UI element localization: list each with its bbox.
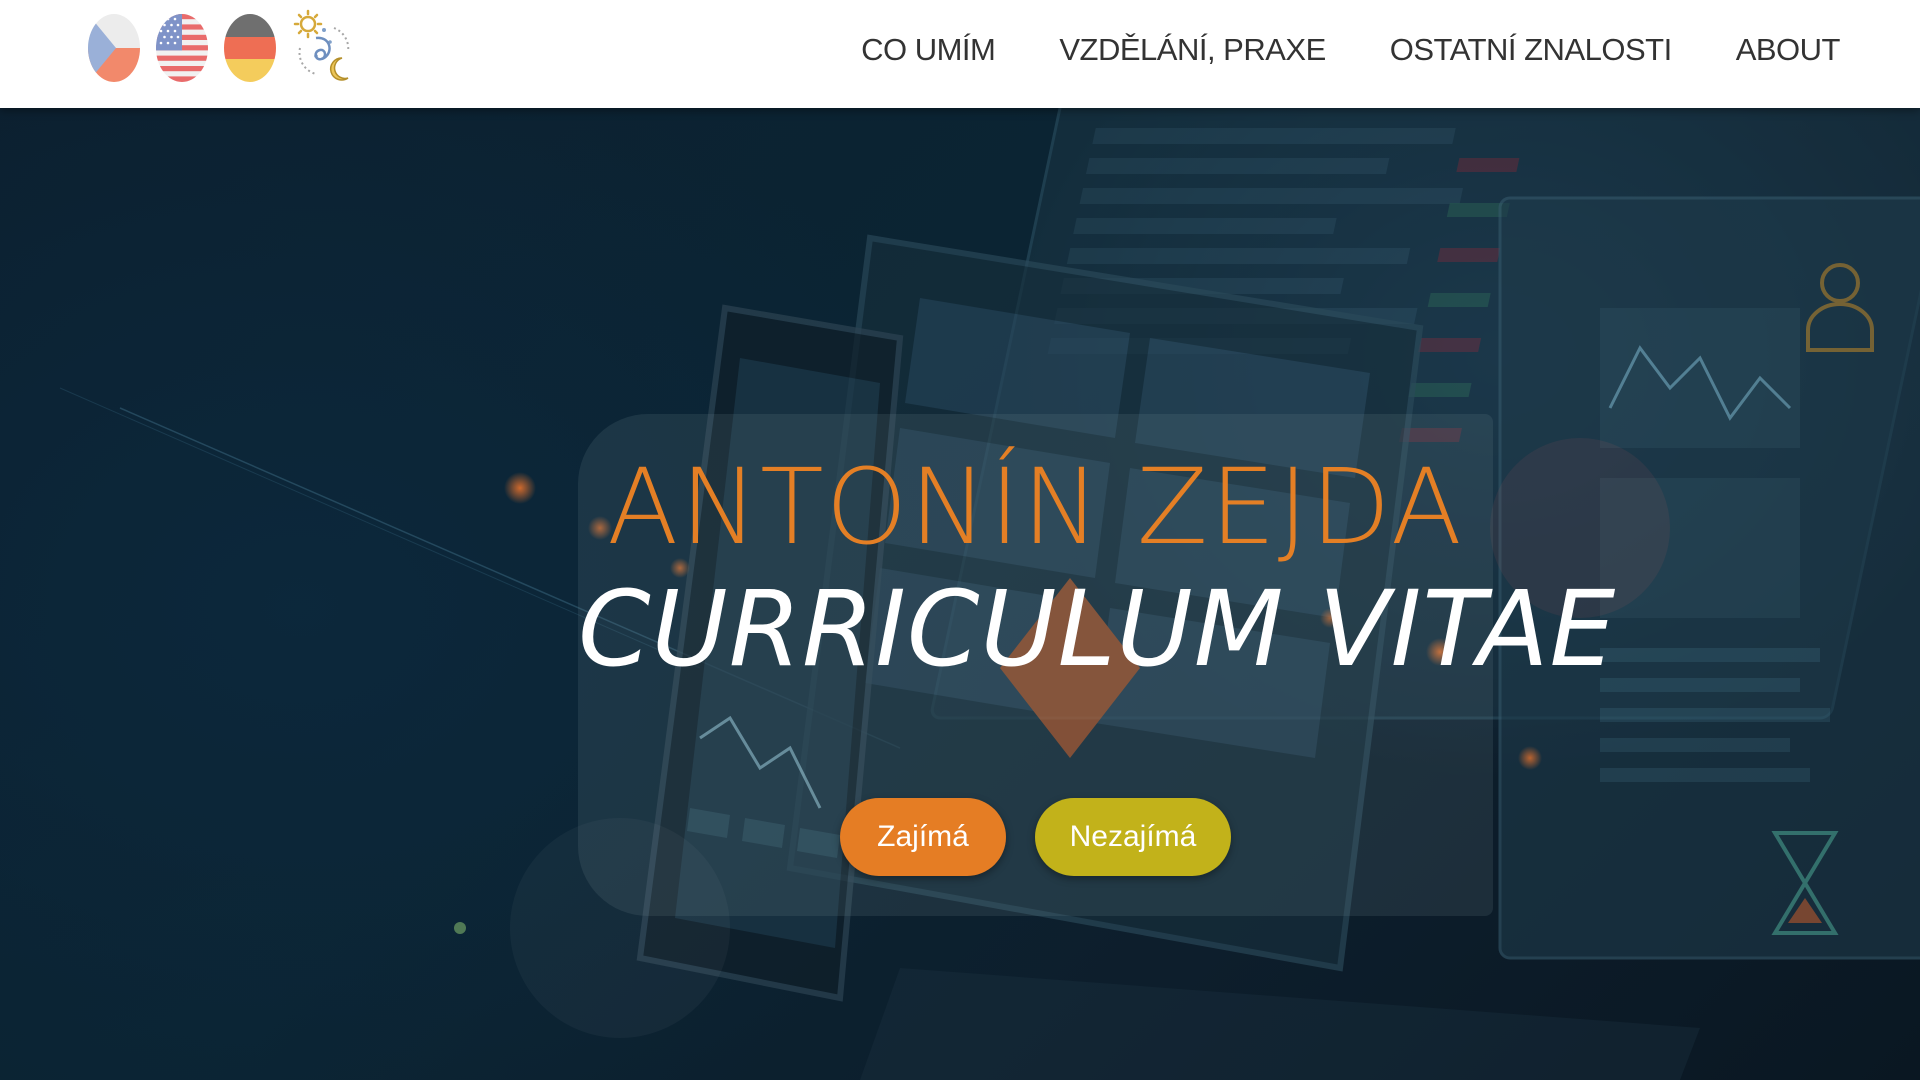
- czech-flag-icon[interactable]: [88, 14, 140, 82]
- main-nav: CO UMÍM VZDĚLÁNÍ, PRAXE OSTATNÍ ZNALOSTI…: [797, 0, 1840, 100]
- interested-button[interactable]: Zajímá: [840, 798, 1006, 876]
- german-flag-icon[interactable]: [224, 14, 276, 82]
- not-interested-button[interactable]: Nezajímá: [1035, 798, 1231, 876]
- nav-item-co-umim[interactable]: CO UMÍM: [861, 32, 996, 68]
- nav-item-about[interactable]: ABOUT: [1736, 32, 1841, 68]
- hero-name: ANTONÍN ZEJDA: [607, 446, 1464, 568]
- nav-item-ostatni-znalosti[interactable]: OSTATNÍ ZNALOSTI: [1390, 32, 1672, 68]
- language-switcher: [88, 8, 356, 88]
- nav-item-vzdelani-praxe[interactable]: VZDĚLÁNÍ, PRAXE: [1059, 32, 1326, 68]
- hero-subtitle: CURRICULUM VITAE: [578, 568, 1617, 690]
- site-header: CO UMÍM VZDĚLÁNÍ, PRAXE OSTATNÍ ZNALOSTI…: [0, 0, 1920, 108]
- hero-section: ANTONÍN ZEJDA CURRICULUM VITAE Zajímá Ne…: [0, 108, 1920, 1080]
- sun-moon-icon[interactable]: [290, 8, 356, 88]
- page: CO UMÍM VZDĚLÁNÍ, PRAXE OSTATNÍ ZNALOSTI…: [0, 0, 1920, 1080]
- us-flag-icon[interactable]: [156, 14, 208, 82]
